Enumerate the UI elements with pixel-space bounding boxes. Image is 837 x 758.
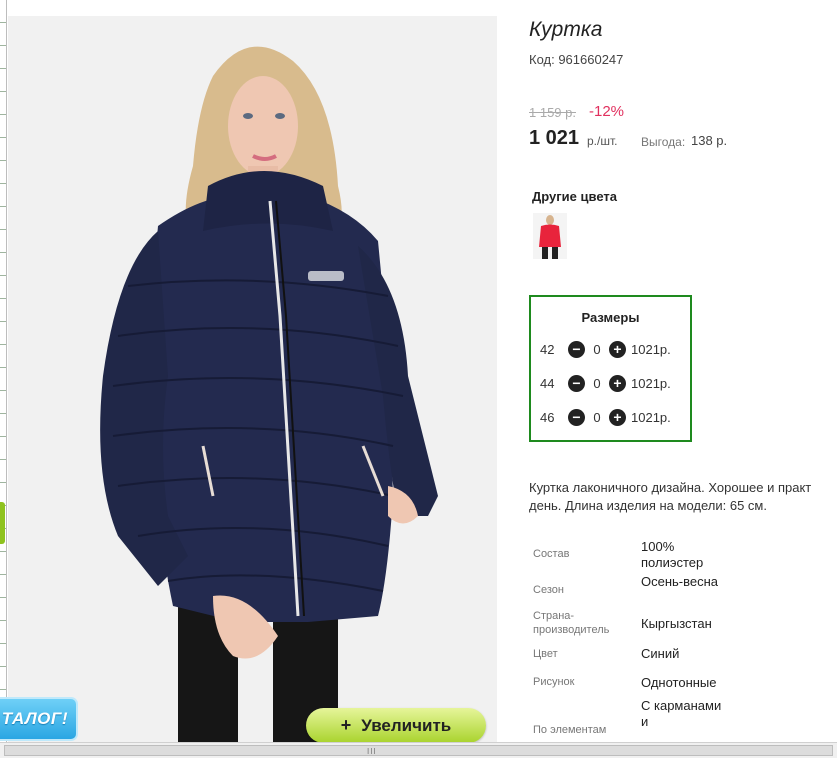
size-price: 1021р.: [631, 341, 671, 357]
property-value: Однотонные: [641, 675, 717, 690]
sizes-heading: Размеры: [581, 310, 640, 325]
minus-icon[interactable]: −: [568, 408, 585, 426]
catalog-badge-label: ТАЛОГ!: [1, 709, 68, 728]
product-description: Куртка лаконичного дизайна. Хорошее и пр…: [529, 479, 837, 515]
size-price: 1021р.: [631, 409, 671, 425]
red-jacket-icon: [533, 213, 567, 259]
property-value: Кыргызстан: [641, 616, 712, 631]
property-label: Сезон: [533, 584, 564, 596]
size-value: 44: [540, 375, 555, 391]
zoom-button[interactable]: + Увеличить: [306, 708, 486, 743]
product-title: Куртка: [529, 18, 603, 41]
color-variant-red-thumbnail[interactable]: [533, 213, 567, 259]
property-label: По элементам: [533, 724, 607, 736]
catalog-badge-button[interactable]: ТАЛОГ!: [0, 697, 78, 741]
property-value: Синий: [641, 646, 680, 661]
size-value: 46: [540, 409, 555, 425]
minus-icon[interactable]: −: [568, 374, 585, 392]
product-code: Код: 961660247: [529, 52, 624, 67]
sizes-panel: Размеры 42 − 0 + 1021р. 44 − 0 + 1021р. …: [529, 295, 692, 442]
scrollbar-thumb[interactable]: III: [4, 745, 833, 756]
horizontal-scrollbar[interactable]: III: [0, 742, 837, 758]
product-photo[interactable]: [8, 16, 497, 742]
plus-icon: +: [340, 715, 352, 735]
quantity-value: 0: [593, 375, 601, 391]
property-value: 100% полиэстер: [641, 539, 704, 570]
current-price: 1 021: [529, 127, 580, 149]
property-label: Цвет: [533, 648, 558, 660]
property-value: Осень-весна: [641, 574, 719, 589]
quantity-value: 0: [593, 409, 601, 425]
property-value: С карманами и: [641, 698, 722, 729]
quantity-value: 0: [593, 341, 601, 357]
size-value: 42: [540, 341, 555, 357]
size-row: 46 − 0 + 1021р.: [540, 407, 671, 427]
property-label: Состав: [533, 548, 570, 560]
side-tab[interactable]: [0, 502, 5, 544]
discount-badge: -12%: [589, 103, 625, 120]
model-illustration: [8, 16, 497, 742]
minus-icon[interactable]: −: [568, 340, 585, 358]
description-line: день. Длина изделия на модели: 65 см.: [529, 498, 767, 513]
plus-icon[interactable]: +: [609, 374, 626, 392]
savings-label: Выгода:: [641, 135, 686, 149]
description-line: Куртка лаконичного дизайна. Хорошее и пр…: [529, 480, 812, 495]
grip-icon: III: [367, 747, 377, 756]
price-unit: р./шт.: [587, 134, 618, 148]
plus-icon[interactable]: +: [609, 408, 626, 426]
size-row: 42 − 0 + 1021р.: [540, 339, 671, 359]
size-row: 44 − 0 + 1021р.: [540, 373, 671, 393]
other-colors-heading: Другие цвета: [532, 189, 617, 204]
zoom-button-label: Увеличить: [361, 715, 452, 735]
old-price: 1 159 р.: [529, 105, 576, 120]
size-price: 1021р.: [631, 375, 671, 391]
property-label: Страна-производитель: [533, 610, 610, 636]
property-label: Рисунок: [533, 676, 575, 688]
plus-icon[interactable]: +: [609, 340, 626, 358]
savings-value: 138 р.: [691, 133, 728, 148]
left-page-edge: [0, 0, 7, 742]
